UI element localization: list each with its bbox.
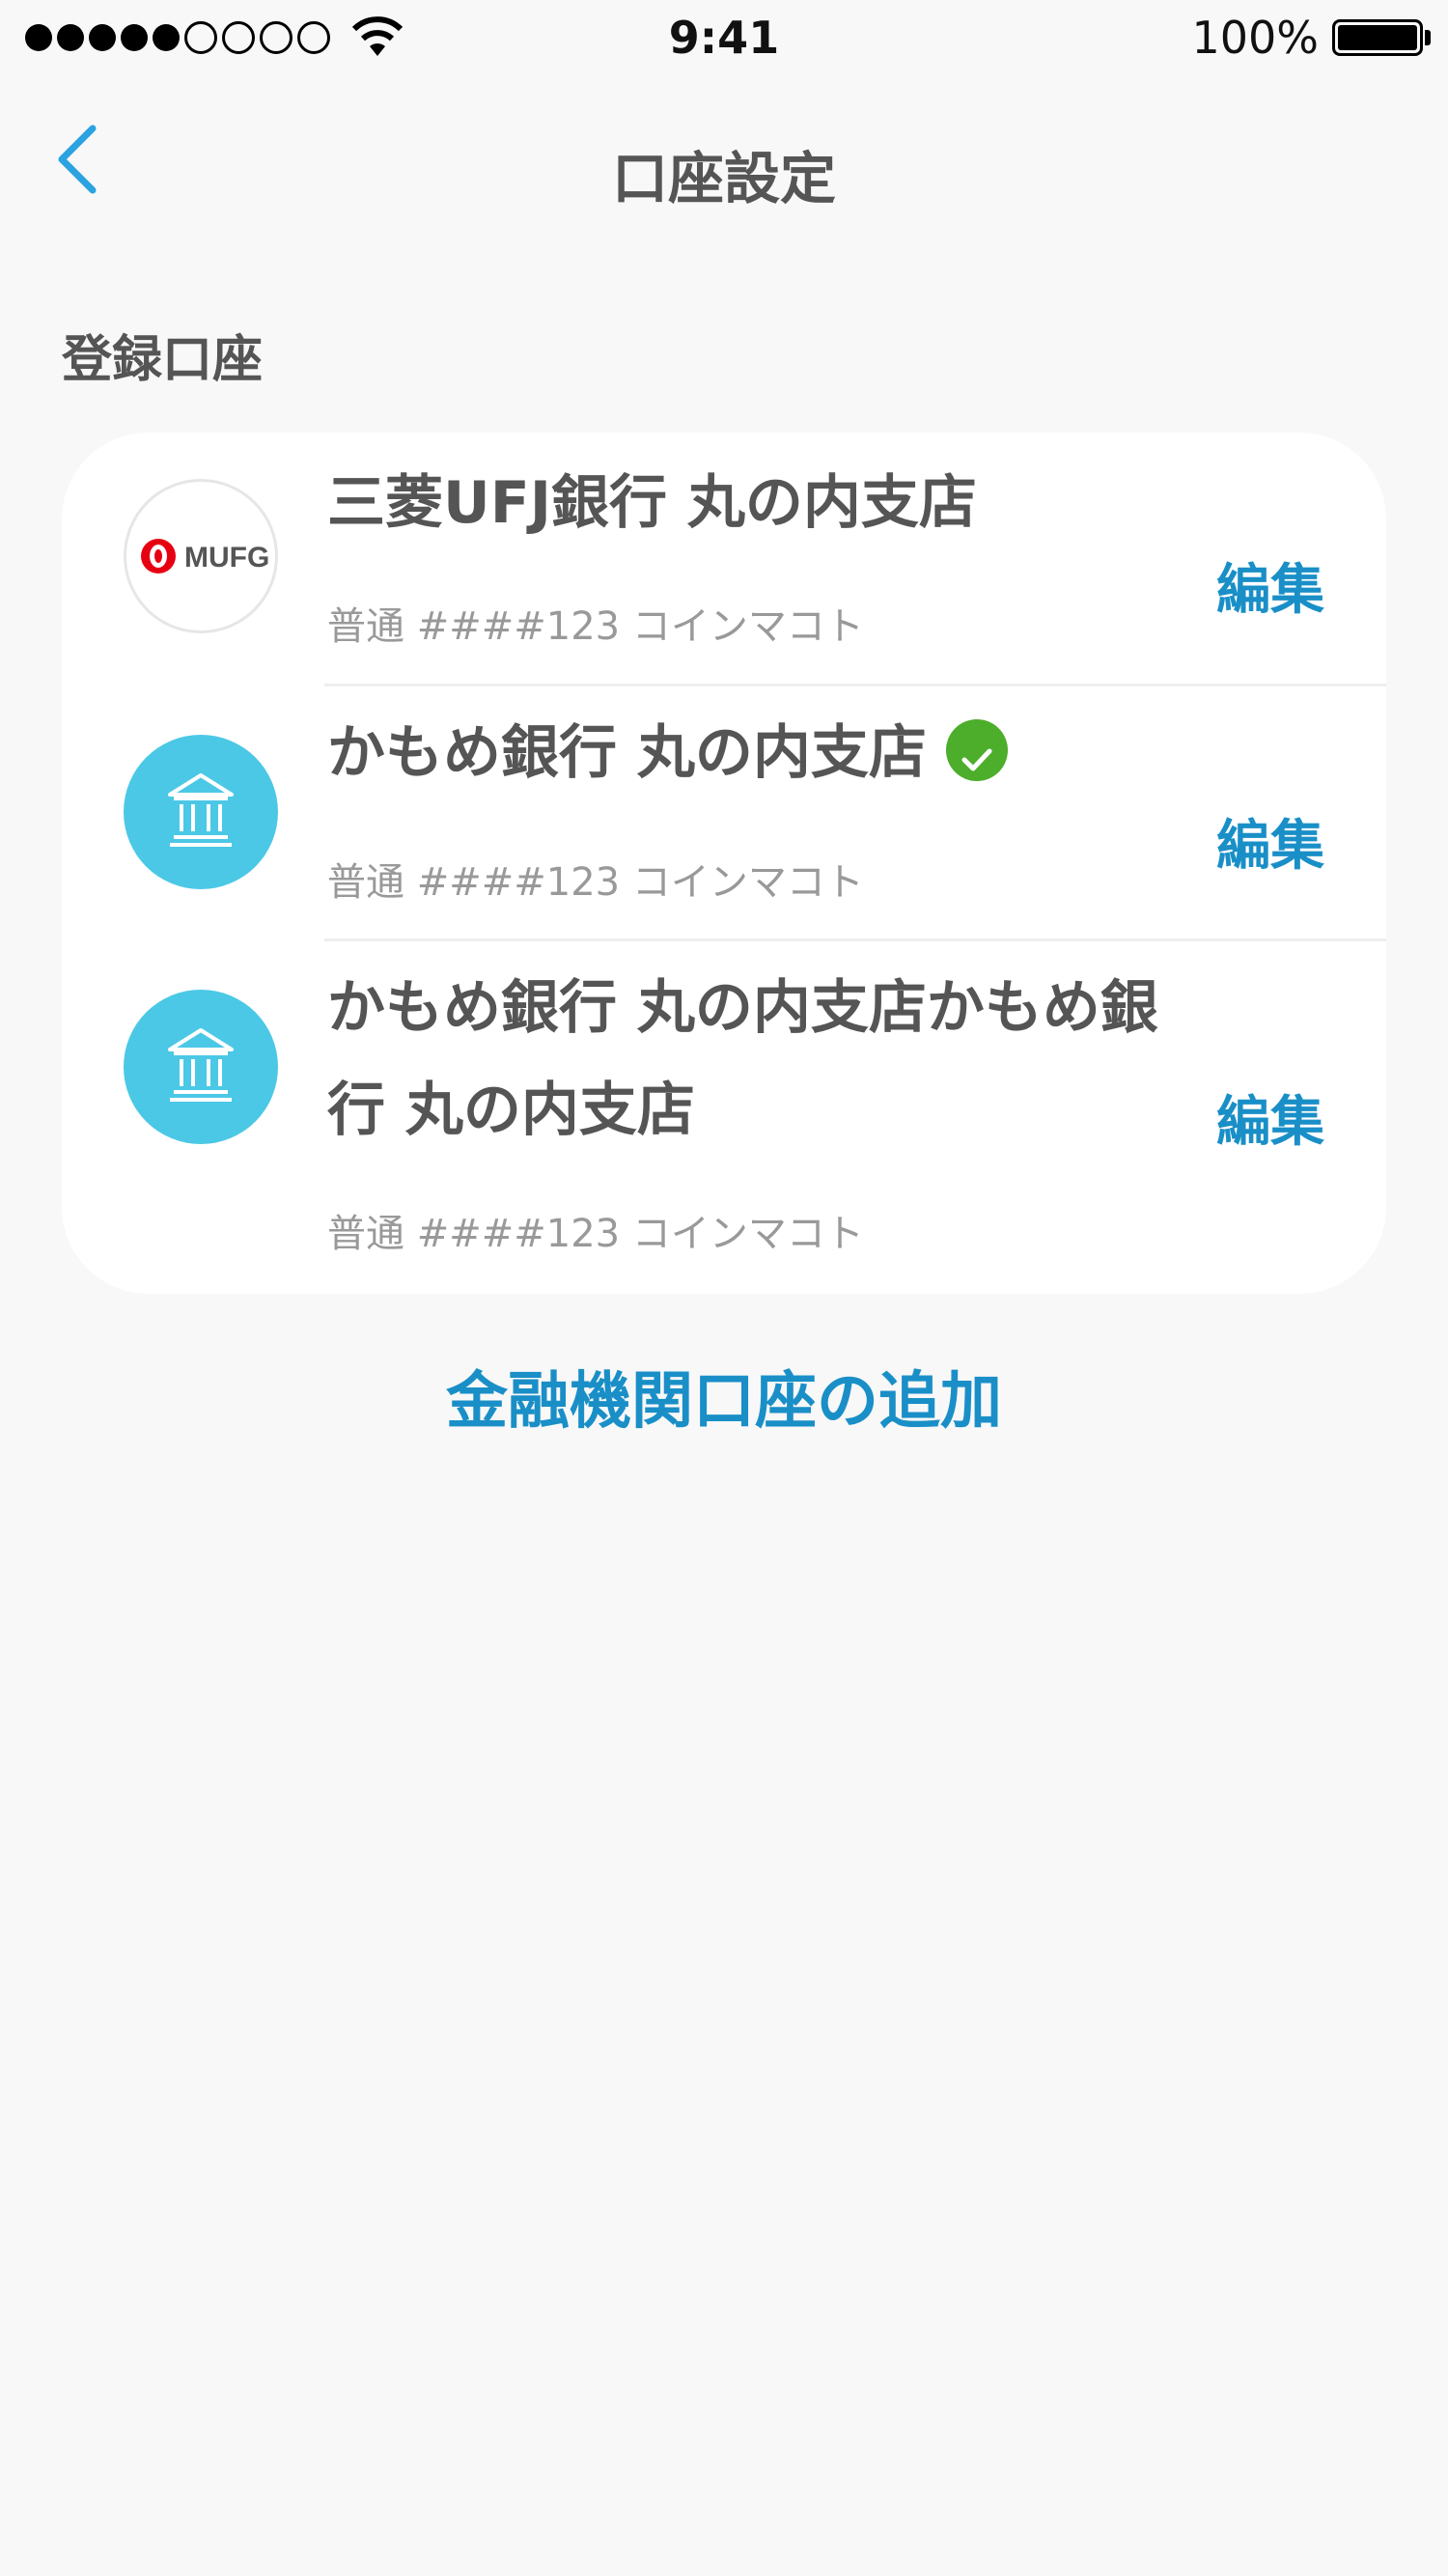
account-row-kamome-1: かもめ銀行 丸の内支店 普通 ####123 コインマコト 編集 — [62, 686, 1386, 939]
account-info: 普通 ####123 コインマコト — [327, 604, 864, 649]
mufg-logo-text: MUFG — [184, 542, 269, 574]
add-account-button[interactable]: 金融機関口座の追加 — [0, 1352, 1448, 1441]
bank-name: 三菱UFJ銀行 丸の内支店 — [327, 469, 977, 537]
edit-button[interactable]: 編集 — [1216, 546, 1324, 625]
bank-building-icon — [124, 735, 278, 889]
account-info: 普通 ####123 コインマコト — [327, 1212, 864, 1256]
section-label: 登録口座 — [62, 331, 264, 389]
edit-button[interactable]: 編集 — [1216, 1078, 1324, 1157]
account-row-kamome-2: かもめ銀行 丸の内支店かもめ銀行 丸の内支店 普通 ####123 コインマコト… — [62, 941, 1386, 1294]
battery-icon — [1332, 19, 1423, 56]
page-title: 口座設定 — [611, 146, 836, 211]
status-bar: 9:41 100% — [0, 0, 1448, 77]
mufg-logo-icon: MUFG — [124, 479, 278, 633]
accounts-card: MUFG 三菱UFJ銀行 丸の内支店 普通 ####123 コインマコト 編集 … — [62, 433, 1386, 1294]
bank-name-text: かもめ銀行 丸の内支店 — [327, 719, 927, 787]
account-row-mufg: MUFG 三菱UFJ銀行 丸の内支店 普通 ####123 コインマコト 編集 — [62, 433, 1386, 686]
verified-check-icon — [945, 719, 1008, 782]
bank-building-icon — [124, 990, 278, 1144]
bank-name: かもめ銀行 丸の内支店かもめ銀行 丸の内支店 — [327, 974, 1158, 1144]
account-info: 普通 ####123 コインマコト — [327, 860, 864, 905]
battery-percentage: 100% — [1191, 12, 1319, 64]
edit-button[interactable]: 編集 — [1216, 802, 1324, 881]
bank-name: かもめ銀行 丸の内支店 — [327, 702, 1244, 804]
